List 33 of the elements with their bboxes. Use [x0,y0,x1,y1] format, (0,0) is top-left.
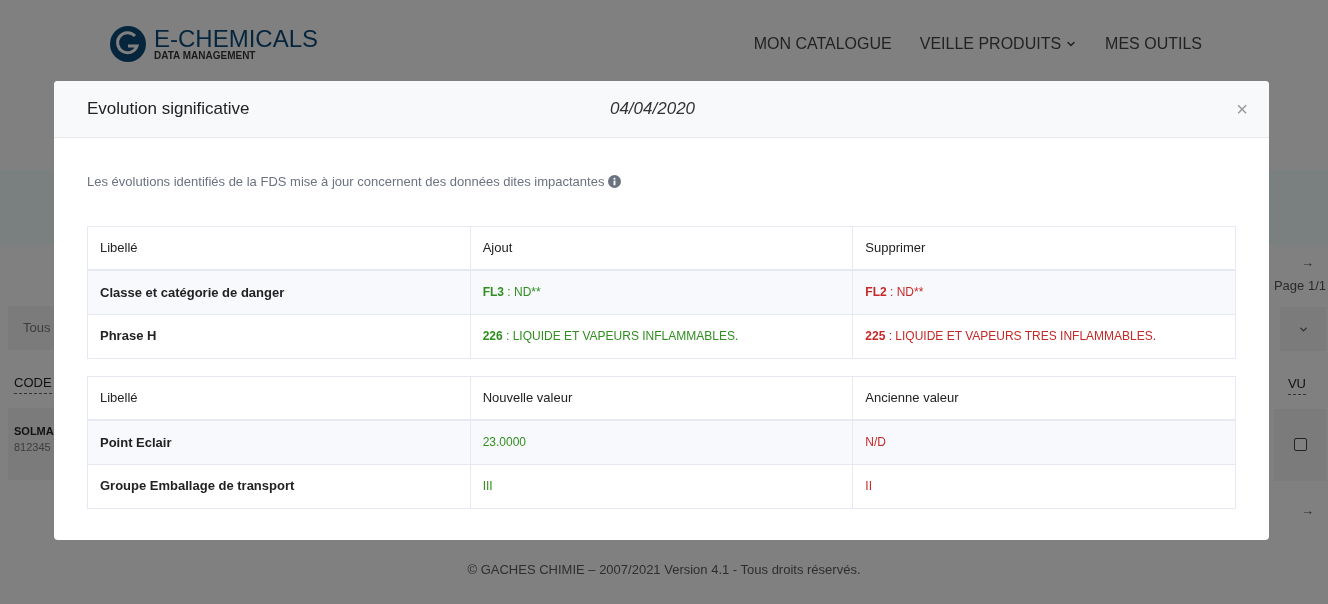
nav-link[interactable]: MON CATALOGUE [753,32,892,56]
table-cell: FL2 : ND** [852,270,1236,314]
table-cell: II [852,464,1236,508]
modal-date: 04/04/2020 [608,98,697,121]
next-arrow[interactable]: → [1301,500,1314,520]
table-cell: 23.0000 [470,420,853,464]
page-indicator: Page 1/1 [1273,276,1326,295]
intro-text: Les évolutions identifiés de la FDS mise à jour concernent des données dites impactantes [87,173,605,191]
logo-icon [110,26,146,62]
nav-link[interactable]: VEILLE PRODUITS [919,32,1078,56]
table-cell: Phrase H [87,314,471,358]
dropdown-field[interactable] [1280,307,1326,351]
column-header[interactable]: VU [1287,374,1306,395]
table-cell: Classe et catégorie de danger [87,270,471,314]
table-cell: FL3 : ND** [470,270,853,314]
close-button[interactable]: × [948,94,1248,124]
info-icon [608,175,622,189]
nav-link[interactable]: MES OUTILS [1105,32,1202,56]
column-header[interactable]: CODE [14,373,52,394]
modal-title: Evolution significative [87,98,251,121]
table-cell: Point Eclair [87,420,471,464]
row-checkbox[interactable] [1293,438,1307,451]
table-cell: III [470,464,853,508]
table-cell: 225 : LIQUIDE ET VAPEURS TRES INFLAMMABLES. [852,314,1236,358]
table-cell: N/D [852,420,1236,464]
footer-text: © GACHES CHIMIE – 2007/2021 Version 4.1 - Tous droits réservés. [467,561,861,579]
logo-name: E-CHEMICALS [154,27,319,51]
product-name: SOLMA [14,423,54,439]
table-cell: Groupe Emballage de transport [87,464,471,508]
next-arrow[interactable]: → [1301,253,1314,273]
product-code: 812345 [14,440,52,455]
logo-tagline: DATA MANAGEMENT [154,51,257,61]
table-cell: 226 : LIQUIDE ET VAPEURS INFLAMMABLES. [470,314,853,358]
